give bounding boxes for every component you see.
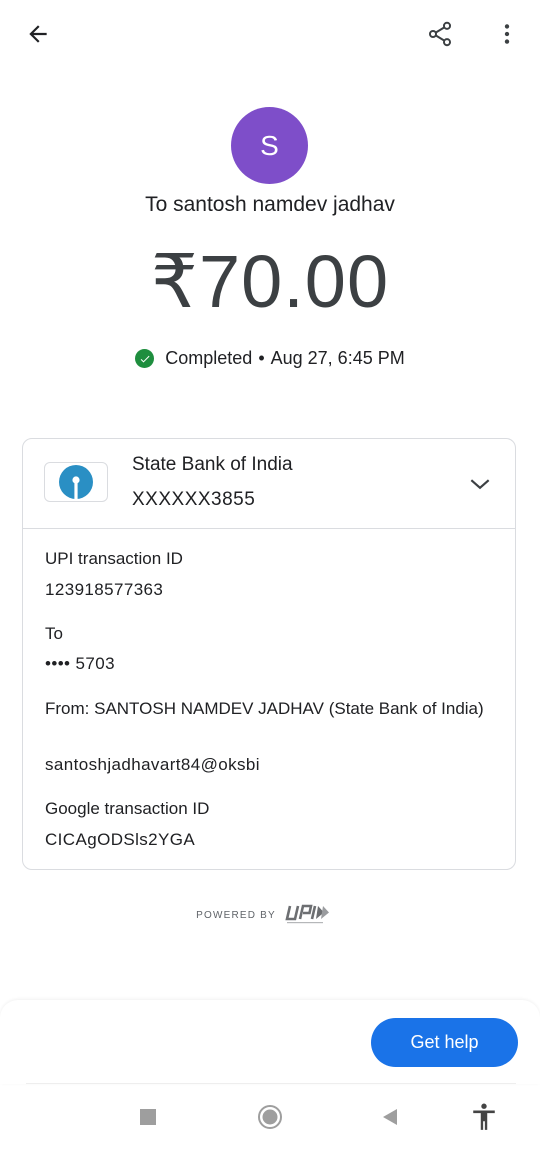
back-button[interactable] (14, 10, 62, 58)
arrow-back-icon (29, 25, 47, 43)
share-button[interactable] (416, 10, 464, 58)
transaction-details-card: State Bank of India XXXXXX3855 UPI trans… (22, 438, 516, 870)
upi-transaction-id-value[interactable]: 123918577363 (45, 580, 163, 600)
payment-status: Completed • Aug 27, 6:45 PM (0, 348, 540, 369)
circle-icon (258, 1105, 282, 1129)
status-datetime: Aug 27, 6:45 PM (270, 348, 405, 368)
check-circle-icon (135, 349, 155, 368)
accessibility-button[interactable] (462, 1095, 506, 1139)
upi-transaction-id-label: UPI transaction ID (45, 549, 183, 568)
google-transaction-id-value[interactable]: CICAgODSls2YGA (45, 830, 195, 850)
sbi-logo-icon (44, 462, 108, 502)
chevron-down-icon (470, 479, 490, 490)
to-account-value: •••• 5703 (45, 654, 115, 673)
upi-logo-icon (285, 904, 329, 924)
to-label: To (45, 624, 63, 643)
bank-account-header[interactable]: State Bank of India XXXXXX3855 (23, 439, 515, 529)
google-transaction-id-label: Google transaction ID (45, 799, 210, 818)
recents-button[interactable] (126, 1095, 170, 1139)
home-button[interactable] (248, 1095, 292, 1139)
status-separator: • (258, 348, 265, 368)
bank-account-number: XXXXXX3855 (132, 489, 256, 510)
triangle-back-icon (383, 1109, 397, 1125)
avatar: S (231, 107, 308, 184)
from-upi-id-value: santoshjadhavart84@oksbi (45, 755, 260, 774)
get-help-button[interactable]: Get help (371, 1018, 518, 1067)
from-label: From: SANTOSH NAMDEV JADHAV (State Bank … (45, 699, 484, 718)
share-icon (428, 21, 452, 47)
expand-button[interactable] (463, 467, 497, 501)
more-vert-icon (504, 24, 510, 44)
accessibility-icon (473, 1103, 495, 1130)
divider (26, 1083, 516, 1084)
square-icon (140, 1109, 156, 1125)
recipient-name: To santosh namdev jadhav (145, 193, 395, 216)
payment-amount: ₹70.00 (150, 240, 390, 323)
status-label: Completed (165, 348, 253, 368)
system-back-button[interactable] (368, 1095, 412, 1139)
powered-by-upi: POWERED BY (0, 903, 540, 927)
bank-name: State Bank of India (132, 454, 293, 475)
more-options-button[interactable] (483, 10, 531, 58)
powered-by-text: POWERED BY (196, 909, 276, 921)
